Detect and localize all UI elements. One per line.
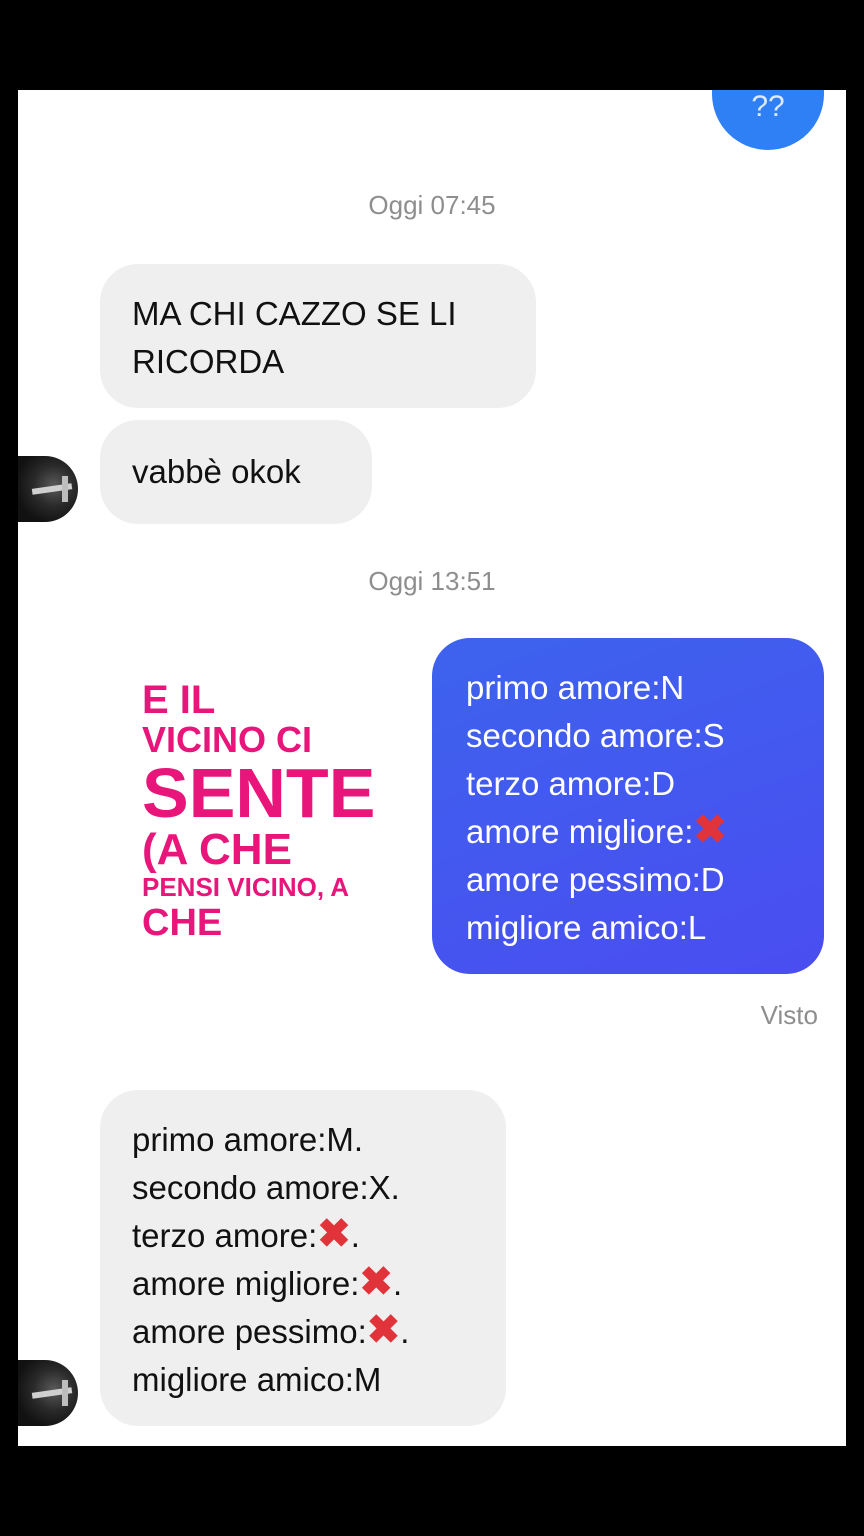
line-text: migliore amico:L <box>466 909 707 946</box>
caption-line: PENSI VICINO, A <box>142 872 350 902</box>
line-text: amore migliore: <box>466 813 694 850</box>
message-text: vabbè okok <box>132 453 301 490</box>
message-line: terzo amore:D <box>466 760 790 808</box>
line-text: migliore amico:M <box>132 1361 382 1398</box>
incoming-message-bubble[interactable]: MA CHI CAZZO SE LI RICORDA <box>100 264 536 408</box>
video-caption-overlay: E IL VICINO CI SENTE (A CHE PENSI VICINO… <box>142 680 422 942</box>
line-text: secondo amore:X. <box>132 1169 400 1206</box>
message-line: migliore amico:M <box>132 1356 474 1404</box>
line-text: terzo amore:D <box>466 765 676 802</box>
line-text: secondo amore:S <box>466 717 725 754</box>
caption-line: E IL <box>142 678 216 722</box>
line-text: amore pessimo: <box>132 1313 367 1350</box>
message-line: secondo amore:X. <box>132 1164 474 1212</box>
message-line: amore pessimo:✖. <box>132 1308 474 1356</box>
caption-line: VICINO CI <box>142 719 313 760</box>
line-suffix: . <box>400 1313 410 1350</box>
contact-avatar[interactable] <box>18 456 78 522</box>
message-line: amore migliore:✖. <box>132 1260 474 1308</box>
message-line: MA CHI CAZZO SE LI <box>132 295 457 332</box>
message-line: amore pessimo:D <box>466 856 790 904</box>
cross-mark-icon: ✖ <box>366 1308 401 1352</box>
line-text: terzo amore: <box>132 1217 318 1254</box>
timestamp: Oggi 13:51 <box>368 566 496 596</box>
cross-mark-icon: ✖ <box>317 1212 351 1256</box>
line-text: amore migliore: <box>132 1265 360 1302</box>
seen-status: Visto <box>760 1000 818 1030</box>
cross-mark-icon: ✖ <box>359 1260 393 1304</box>
line-suffix: . <box>350 1217 360 1254</box>
line-text: amore pessimo:D <box>466 861 725 898</box>
line-text: primo amore:N <box>466 669 685 706</box>
cross-mark-icon: ✖ <box>693 808 727 852</box>
outgoing-message-bubble[interactable]: primo amore:N secondo amore:S terzo amor… <box>432 638 824 974</box>
chat-screen: ?? Oggi 07:45 MA CHI CAZZO SE LI RICORDA… <box>18 90 846 1446</box>
avatar-detail <box>62 476 68 502</box>
caption-line: (A CHE <box>142 825 292 874</box>
message-text: ?? <box>751 90 785 123</box>
message-line: amore migliore:✖ <box>466 808 790 856</box>
message-line: RICORDA <box>132 343 285 380</box>
outgoing-message-bubble[interactable]: ?? <box>712 90 824 150</box>
contact-avatar[interactable] <box>18 1360 78 1426</box>
message-line: migliore amico:L <box>466 904 790 952</box>
caption-line: CHE <box>142 902 223 944</box>
avatar-detail <box>62 1380 68 1406</box>
incoming-message-bubble[interactable]: vabbè okok <box>100 420 372 524</box>
message-line: primo amore:M. <box>132 1116 474 1164</box>
incoming-message-bubble[interactable]: primo amore:M. secondo amore:X. terzo am… <box>100 1090 506 1426</box>
line-text: primo amore:M. <box>132 1121 364 1158</box>
message-line: secondo amore:S <box>466 712 790 760</box>
timestamp: Oggi 07:45 <box>368 190 496 220</box>
caption-line: SENTE <box>142 754 376 832</box>
message-line: terzo amore:✖. <box>132 1212 474 1260</box>
message-line: primo amore:N <box>466 664 790 712</box>
line-suffix: . <box>392 1265 403 1302</box>
